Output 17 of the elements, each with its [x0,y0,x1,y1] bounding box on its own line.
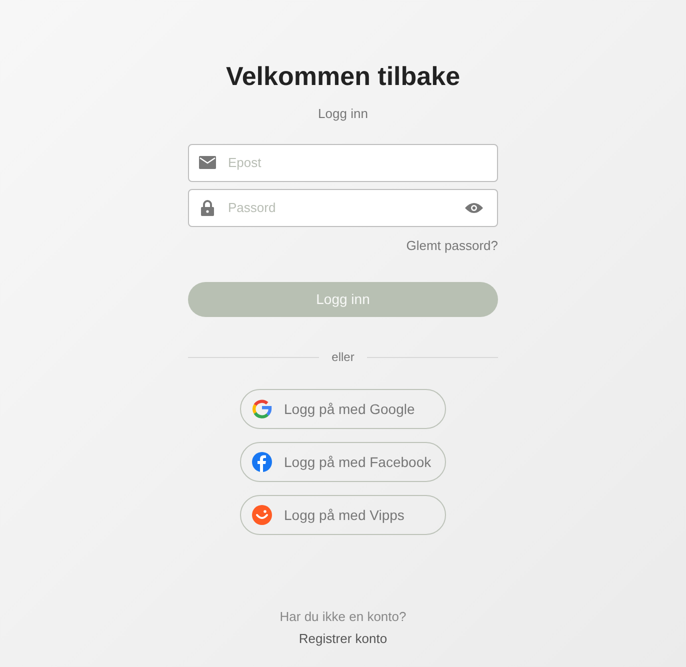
divider-label: eller [332,349,354,366]
password-field[interactable]: Passord [188,188,498,226]
facebook-icon [252,452,272,472]
google-icon [252,399,272,419]
forgot-password-link[interactable]: Glemt passord? [406,236,498,255]
social-login-button[interactable]: Logg på med Google [240,389,446,429]
register-link[interactable]: Registrer konto [298,628,388,648]
smile-icon [252,505,272,525]
signup-prompt: Har du ikke en konto? [280,608,406,626]
eye-icon[interactable] [465,202,483,214]
email-field[interactable]: Epost [188,144,498,182]
lock-icon [201,200,214,216]
social-login-button[interactable]: Logg på med Facebook [240,442,446,482]
page-title: Velkommen tilbake [226,60,460,92]
mail-icon [199,156,216,169]
social-login-button[interactable]: Logg på med Vipps [240,495,446,535]
subtitle: Logg inn [318,105,368,123]
